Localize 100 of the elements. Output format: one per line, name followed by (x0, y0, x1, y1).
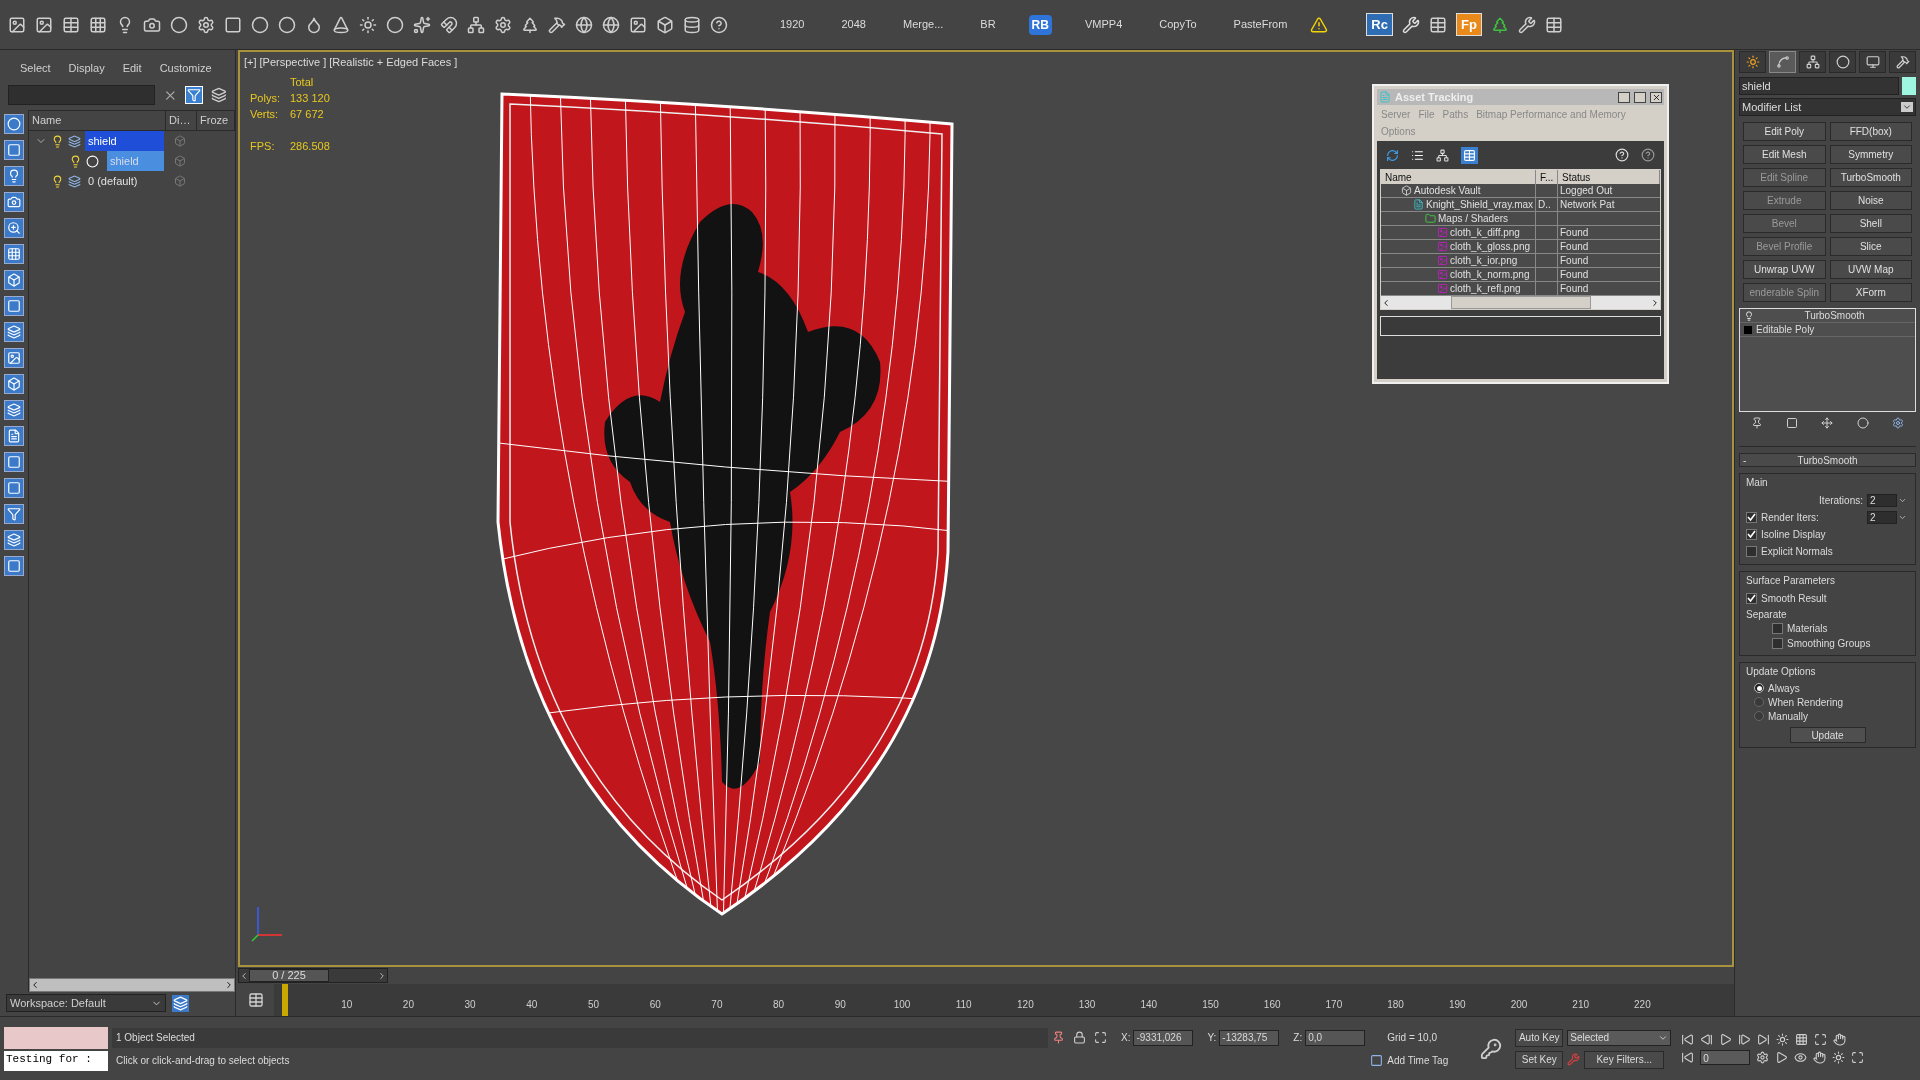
camera-icon[interactable] (143, 15, 161, 34)
plugin-badge-button[interactable]: RB (1028, 14, 1052, 35)
filter-toggle-button[interactable] (4, 218, 24, 238)
help-icon[interactable] (1641, 148, 1655, 162)
filter-button[interactable] (185, 86, 204, 104)
modifier-button[interactable]: TurboSmooth (1829, 168, 1912, 187)
sun-icon[interactable] (359, 15, 377, 34)
bulb-icon[interactable] (1744, 310, 1754, 321)
close-button[interactable] (1650, 91, 1662, 103)
gear-icon[interactable] (197, 15, 215, 34)
grid-icon[interactable] (89, 15, 107, 34)
disc-icon[interactable] (386, 15, 404, 34)
cone-icon[interactable] (332, 15, 350, 34)
toolbar-label-button[interactable]: VMPP4 (1070, 16, 1137, 33)
warning-icon[interactable] (1310, 15, 1329, 34)
radio-button[interactable] (1754, 711, 1764, 721)
bulb-icon[interactable] (51, 134, 64, 148)
filter-toggle-button[interactable] (4, 504, 24, 524)
refresh-icon[interactable] (1386, 148, 1399, 162)
filter-toggle-button[interactable] (4, 114, 24, 134)
column-header[interactable]: F... (1536, 170, 1558, 184)
circle-icon[interactable] (170, 15, 188, 34)
coord-field[interactable]: -9331,026 (1133, 1029, 1194, 1046)
add-time-tag-button[interactable]: Add Time Tag (1387, 1053, 1468, 1068)
scrollbar-thumb[interactable] (1450, 296, 1591, 309)
network-icon[interactable] (467, 15, 485, 34)
key-mode-dropdown[interactable]: Selected (1567, 1029, 1672, 1046)
plugin-badge-button[interactable]: Rc (1366, 12, 1393, 37)
selection-icon[interactable] (1094, 1031, 1107, 1044)
modifier-button[interactable]: Unwrap UVW (1743, 260, 1826, 279)
tree-view-icon[interactable] (1436, 148, 1449, 162)
magnet-icon[interactable] (440, 15, 458, 34)
play-icon[interactable] (1719, 1032, 1733, 1046)
radio-button[interactable] (1754, 683, 1764, 693)
toolbar-label-button[interactable]: PasteFrom (1219, 16, 1302, 33)
column-header[interactable]: Di… (166, 111, 197, 130)
asset-row[interactable]: Knight_Shield_vray.max D.. Network Pat (1381, 198, 1660, 212)
modifier-button[interactable]: Slice (1829, 237, 1912, 256)
key-filters-button[interactable]: Key Filters... (1584, 1050, 1665, 1069)
toolbar-label-button[interactable]: BR (966, 16, 1010, 33)
sphere-icon[interactable] (278, 15, 296, 34)
scroll-left-icon[interactable] (30, 980, 40, 990)
filter-toggle-button[interactable] (4, 322, 24, 342)
command-tab[interactable] (1739, 51, 1766, 73)
auto-key-button[interactable]: Auto Key (1515, 1028, 1564, 1047)
viewport-label[interactable]: [Perspective ] (259, 54, 327, 71)
scroll-right-icon[interactable] (224, 980, 234, 990)
command-tab[interactable] (1799, 51, 1826, 73)
modifier-button[interactable]: Symmetry (1829, 145, 1912, 164)
modifier-button[interactable]: Shell (1829, 214, 1912, 233)
tree-item[interactable]: 0 (default) (85, 171, 164, 191)
list-icon[interactable] (1411, 148, 1424, 162)
maximize-icon[interactable] (1814, 1032, 1828, 1046)
go-to-start-icon[interactable] (1681, 1032, 1695, 1046)
checkbox[interactable] (1772, 638, 1783, 649)
maximize-icon[interactable] (1851, 1050, 1865, 1064)
column-header[interactable]: Name (29, 111, 166, 130)
help-icon[interactable] (710, 15, 728, 34)
object-color-swatch[interactable] (1902, 77, 1916, 95)
wrench-icon[interactable] (1517, 15, 1536, 34)
maximize-button[interactable] (1634, 91, 1646, 103)
next-frame-icon[interactable] (377, 970, 387, 981)
asset-row[interactable]: cloth_k_gloss.png Found (1381, 240, 1660, 254)
modifier-button[interactable]: XForm (1829, 283, 1912, 302)
filter-toggle-button[interactable] (4, 348, 24, 368)
time-slider-thumb[interactable]: 0 / 225 (249, 969, 329, 982)
next-frame-icon[interactable] (1738, 1032, 1752, 1046)
scroll-left-icon[interactable] (1381, 297, 1391, 308)
previous-frame-icon[interactable] (1700, 1032, 1714, 1046)
tree-item[interactable]: shield (85, 131, 164, 151)
command-tab[interactable] (1889, 51, 1916, 73)
image-icon[interactable] (629, 15, 647, 34)
layers-button[interactable] (172, 994, 189, 1012)
frame-field[interactable]: 0 (1700, 1049, 1751, 1065)
filter-toggle-button[interactable] (4, 426, 24, 446)
menu-item[interactable]: Customize (159, 59, 212, 77)
time-config-icon[interactable] (1756, 1050, 1770, 1064)
pin-icon[interactable] (1750, 417, 1763, 429)
viewport-label[interactable]: [Realistic + Edged Faces ] (329, 54, 458, 71)
spinner-field[interactable]: 2 (1867, 494, 1897, 507)
sparkle-icon[interactable] (413, 15, 431, 34)
filter-toggle-button[interactable] (4, 296, 24, 316)
asset-row[interactable]: cloth_k_ior.png Found (1381, 254, 1660, 268)
modifier-button[interactable]: Edit Mesh (1743, 145, 1826, 164)
table-icon[interactable] (1544, 15, 1563, 34)
column-header[interactable]: Status (1558, 170, 1660, 184)
filter-toggle-button[interactable] (4, 374, 24, 394)
toolbar-label-button[interactable]: 1920 (766, 16, 819, 33)
listener-input[interactable]: Testing for : (4, 1050, 108, 1071)
coord-field[interactable]: 0,0 (1305, 1029, 1366, 1046)
radio-button[interactable] (1754, 697, 1764, 707)
workspace-dropdown[interactable]: Workspace: Default (6, 994, 166, 1012)
checkbox[interactable] (1746, 512, 1757, 523)
filter-toggle-button[interactable] (4, 244, 24, 264)
checkbox[interactable] (1746, 529, 1757, 540)
play-icon[interactable] (1775, 1050, 1789, 1064)
scroll-right-icon[interactable] (1650, 297, 1660, 308)
filter-toggle-button[interactable] (4, 530, 24, 550)
previous-frame-icon[interactable] (239, 970, 249, 981)
cog-icon[interactable] (494, 15, 512, 34)
